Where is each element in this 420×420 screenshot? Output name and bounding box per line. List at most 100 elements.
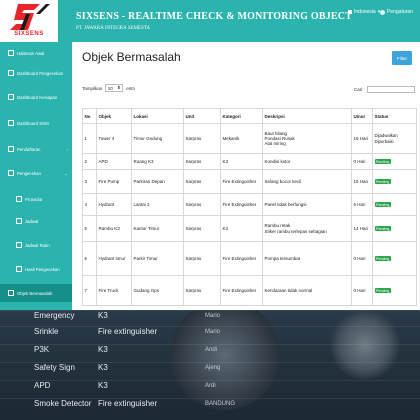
sidebar-item-pengecekan[interactable]: Pengecekan ⌄ — [0, 166, 72, 180]
background-cell: Fire extinguisher — [98, 399, 158, 408]
status-badge: Pending — [374, 159, 391, 165]
warning-icon — [8, 290, 14, 296]
table-row[interactable]: 5 Rambu K3 Kantor Timur Sarpras K3 Rambu… — [82, 215, 417, 242]
background-row: Srinkle Fire extinguisher Mario — [0, 326, 420, 341]
cell-lokasi: Lantai 2 — [131, 193, 184, 216]
sidebar-item-dashboard-kesiapan[interactable]: Dashboard Kesiapan — [0, 90, 72, 104]
status-badge: Pending — [374, 288, 391, 294]
cell-deskripsi: Kondisi kotor — [262, 153, 352, 170]
background-cell: K3 — [98, 381, 108, 390]
user-avatar-icon — [380, 9, 385, 15]
sidebar-item-hasil-pengecekan[interactable]: Hasil Pengecekan — [0, 262, 72, 276]
chevron-left-icon: ‹ — [66, 147, 68, 152]
dashboard-icon — [8, 120, 14, 126]
description-line: Kondisi kotor — [264, 158, 291, 164]
cell-deskripsi: Rambu retak Stiker rambu terlepas sebagi… — [262, 215, 352, 242]
cell-deskripsi: Panel tidak berfungsi — [262, 193, 352, 216]
language-label: Indonesia — [354, 9, 376, 15]
cell-status: Pending — [372, 275, 417, 306]
description-line: Alat miring — [264, 141, 286, 147]
table-row[interactable]: 1 Tower 4 Timur Gedung Sarpras Mekanik B… — [82, 123, 417, 154]
column-header-no[interactable]: No — [82, 108, 97, 124]
cell-kategori: Mekanik — [220, 123, 263, 154]
cell-umur: 16 Hari — [351, 169, 373, 194]
cell-status: Pending — [372, 193, 417, 216]
status-badge: Pending — [374, 256, 391, 262]
cell-kategori: Fire Extinguisher — [220, 241, 263, 276]
logo-text: SIXSENS — [14, 31, 44, 37]
background-row: P3K K3 Andi — [0, 344, 420, 359]
sidebar-item-halaman-awal[interactable]: Halaman Awal — [0, 46, 72, 60]
cell-kategori: K3 — [220, 215, 263, 242]
sidebar-item-label: Jadwal — [25, 218, 39, 224]
sidebar-item-label: Pendaftaran — [17, 146, 41, 152]
description-line: Kendaraan tidak normal — [264, 287, 313, 293]
cell-objek: APD — [96, 153, 132, 170]
cell-lokasi: Parkiran Depan — [131, 169, 184, 194]
cell-umur: 14 Hari — [351, 215, 373, 242]
sidebar-item-objek-bermasalah[interactable]: Objek Bermasalah — [0, 284, 72, 302]
column-header-status[interactable]: Status — [372, 108, 417, 124]
background-cell: Smoke Detector — [34, 399, 92, 408]
table-row[interactable]: 3 Fire Pump Parkiran Depan Sarpras Fire … — [82, 169, 417, 194]
cell-deskripsi: Baut hilang Pondasi Rusak Alat miring — [262, 123, 352, 154]
column-header-umur[interactable]: Umur — [351, 108, 373, 124]
user-menu-label: Pengaturan — [387, 9, 413, 15]
sidebar-item-dashboard-sdm[interactable]: Dashboard SDM — [0, 116, 72, 130]
cell-umur: 0 Hari — [351, 153, 373, 170]
table-row[interactable]: 2 APD Ruang K3 Sarpras K3 Kondisi kotor … — [82, 153, 417, 170]
status-badge: Pending — [374, 202, 391, 208]
app-subtitle: PT. JAWARA INTEGRA SEMESTA — [76, 26, 151, 31]
filter-button[interactable]: Filter — [392, 51, 412, 65]
cell-no: 2 — [82, 153, 97, 170]
cell-objek: Hydrant — [96, 193, 132, 216]
status-value: Diperbaiki — [374, 138, 394, 144]
background-cell: Fire extinguisher — [98, 327, 158, 336]
page-title: Objek Bermasalah — [82, 50, 181, 64]
cell-objek: Tower 4 — [96, 123, 132, 154]
search-input[interactable] — [366, 86, 415, 93]
cell-no: 3 — [82, 169, 97, 194]
sidebar-item-pendaftaran[interactable]: Pendaftaran ‹ — [0, 142, 72, 156]
length-suffix: entri — [126, 85, 136, 91]
check-icon — [8, 170, 14, 176]
cell-objek: Fire Pump — [96, 169, 132, 194]
cell-umur: 0 Hari — [351, 275, 373, 306]
background-row: APD K3 Ardi — [0, 380, 420, 395]
column-header-deskripsi[interactable]: Deskripsi — [262, 108, 352, 124]
cell-no: 1 — [82, 123, 97, 154]
background-cell: K3 — [98, 311, 108, 320]
cell-status: Pending — [372, 215, 417, 242]
table-row[interactable]: 7 Fire Truck Gudang Ops Sarpras Fire Ext… — [82, 275, 417, 306]
cell-deskripsi: Selang bocor kecil — [262, 169, 352, 194]
sidebar-item-dashboard-pengecekan[interactable]: Dashboard Pengecekan — [0, 66, 72, 80]
sidebar-item-jadwal-rutin[interactable]: Jadwal Rutin — [0, 238, 72, 252]
cell-no: 7 — [82, 275, 97, 306]
column-header-kategori[interactable]: Kategori — [220, 108, 263, 124]
table-row[interactable]: 4 Hydrant Lantai 2 Sarpras Fire Extingui… — [82, 193, 417, 216]
language-selector[interactable]: Indonesia ▾ — [348, 9, 380, 15]
cell-objek: Hydrant timur — [96, 241, 132, 276]
column-header-unit[interactable]: Unit — [183, 108, 221, 124]
sidebar-item-label: Dashboard SDM — [17, 120, 49, 126]
logo[interactable]: SIXSENS — [0, 0, 58, 42]
document-icon — [16, 196, 22, 202]
calendar-icon — [16, 218, 22, 224]
column-header-objek[interactable]: Objek — [96, 108, 132, 124]
background-row: Emergency K3 Mario — [0, 310, 420, 325]
cell-deskripsi: Kendaraan tidak normal — [262, 275, 352, 306]
status-badge: Pending — [374, 226, 391, 232]
cell-status: Pending — [372, 153, 417, 170]
table-row[interactable]: 6 Hydrant timur Parkir Timur Sarpras Fir… — [82, 241, 417, 276]
cell-unit: Sarpras — [183, 215, 221, 242]
cell-no: 6 — [82, 241, 97, 276]
sidebar-item-label: Hasil Pengecekan — [25, 266, 60, 272]
cell-lokasi: Timur Gedung — [131, 123, 184, 154]
dashboard-icon — [8, 70, 14, 76]
column-header-lokasi[interactable]: Lokasi — [131, 108, 184, 124]
edit-icon — [8, 146, 14, 152]
sidebar-item-prosedur[interactable]: Prosedur — [0, 192, 72, 206]
user-menu[interactable]: Pengaturan — [380, 9, 413, 15]
entries-select[interactable]: 10 ⬍ — [105, 84, 124, 92]
sidebar-item-jadwal[interactable]: Jadwal — [0, 214, 72, 228]
